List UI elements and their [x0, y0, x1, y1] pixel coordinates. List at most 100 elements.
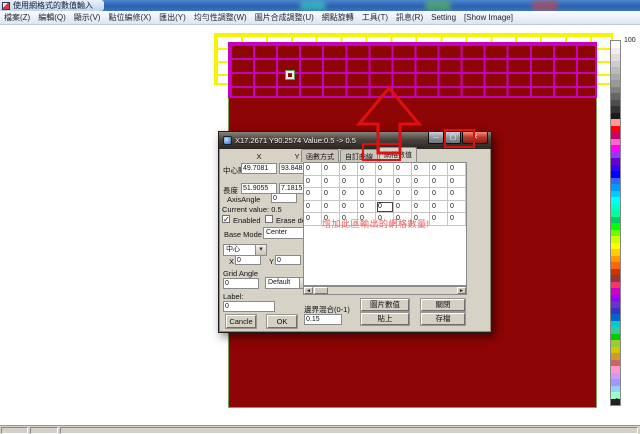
status-bar — [0, 425, 640, 434]
grid-cell[interactable]: 0 — [322, 176, 340, 189]
grid-cell[interactable]: 0 — [430, 201, 448, 214]
menu-item-show-image[interactable]: [Show Image] — [464, 13, 513, 22]
titlebar-glass-blob — [425, 1, 451, 10]
grid-cell[interactable]: 0 — [430, 163, 448, 176]
grid-cell[interactable]: 0 — [322, 201, 340, 214]
grid-cell[interactable]: 0 — [322, 163, 340, 176]
grid-cell[interactable]: 0 — [340, 163, 358, 176]
base-mode-label: Base Mode — [224, 230, 262, 239]
axis-angle-input[interactable]: 0 — [271, 193, 297, 203]
grid-cell[interactable]: 0 — [412, 163, 430, 176]
status-panel — [60, 427, 638, 434]
status-panel — [1, 427, 28, 434]
enabled-checkbox[interactable] — [222, 215, 230, 223]
grid-cell[interactable]: 0 — [394, 201, 412, 214]
titlebar-glass-blob — [532, 1, 558, 10]
close-panel-button[interactable]: 關閉 — [421, 299, 465, 311]
grid-cell[interactable]: 0 — [340, 201, 358, 214]
grid-cell[interactable]: 0 — [304, 201, 322, 214]
ok-button[interactable]: OK — [267, 315, 297, 328]
status-panel — [30, 427, 58, 434]
grid-cell[interactable]: 0 — [412, 176, 430, 189]
grid-cell[interactable]: 0 — [322, 188, 340, 201]
y-offset-input[interactable]: 0 — [275, 255, 301, 265]
scale-max-label: 100 — [624, 37, 636, 44]
grid-cell[interactable]: 0 — [448, 213, 466, 226]
scale-min-label: 0 — [615, 398, 619, 405]
y-offset-label: Y — [269, 257, 274, 266]
window-title: 使用網格式的數值輸入 — [13, 0, 93, 11]
grid-cell[interactable]: 0 — [376, 201, 394, 214]
grid-cell[interactable]: 0 — [358, 163, 376, 176]
enabled-label: Enabled — [233, 216, 261, 225]
x-offset-label: X — [229, 257, 234, 266]
save-button[interactable]: 存檔 — [421, 313, 465, 325]
menu-item-edit[interactable]: 編輯(Q) — [38, 12, 66, 23]
minimize-button[interactable] — [428, 132, 444, 144]
grid-cell[interactable]: 0 — [358, 188, 376, 201]
table-hscrollbar[interactable] — [303, 286, 467, 295]
window-titlebar[interactable]: 使用網格式的數值輸入 — [0, 0, 640, 11]
grid-cell[interactable]: 0 — [394, 163, 412, 176]
grid-cell[interactable]: 0 — [304, 163, 322, 176]
center-x-input[interactable]: 49.7081 — [241, 163, 277, 174]
grid-cell[interactable]: 0 — [430, 213, 448, 226]
selected-point-marker[interactable] — [286, 71, 294, 79]
blend-input[interactable]: 0.15 — [304, 314, 342, 325]
scroll-thumb[interactable] — [314, 287, 328, 294]
grid-cell[interactable]: 0 — [448, 188, 466, 201]
cancel-button[interactable]: Cancle — [226, 315, 256, 328]
menu-item-tools[interactable]: 工具(T) — [362, 12, 388, 23]
scroll-right-icon[interactable] — [457, 287, 466, 294]
menu-item-image-compose[interactable]: 圖片合成調整(U) — [255, 12, 314, 23]
app-icon — [2, 2, 10, 10]
x-offset-input[interactable]: 0 — [235, 255, 261, 265]
current-value-label: Current value: 0.5 — [222, 205, 282, 214]
grid-cell[interactable]: 0 — [358, 201, 376, 214]
grid-value-dialog: X17.2671 Y90.2574 Value:0.5 -> 0.5 X Y 中… — [218, 131, 492, 333]
label-field-label: Label: — [223, 292, 243, 301]
grid-cell[interactable]: 0 — [430, 176, 448, 189]
column-header-x: X — [241, 152, 277, 161]
grid-cell[interactable]: 0 — [340, 188, 358, 201]
grid-cell[interactable]: 0 — [448, 176, 466, 189]
scroll-left-icon[interactable] — [304, 287, 313, 294]
grid-cell[interactable]: 0 — [394, 176, 412, 189]
image-values-button[interactable]: 圖片數值 — [361, 299, 409, 311]
grid-cell[interactable]: 0 — [376, 176, 394, 189]
menu-item-dot-rotate[interactable]: 網點旋轉 — [322, 12, 354, 23]
menu-item-setting[interactable]: Setting — [431, 13, 456, 22]
tab-function[interactable]: 函數方式 — [301, 149, 339, 162]
grid-cell[interactable]: 0 — [412, 188, 430, 201]
menu-item-message[interactable]: 訊息(R) — [396, 12, 423, 23]
menu-item-point-edit[interactable]: 點位編修(X) — [108, 12, 151, 23]
grid-cell[interactable]: 0 — [430, 188, 448, 201]
menu-item-view[interactable]: 顯示(V) — [74, 12, 101, 23]
grid-cell[interactable]: 0 — [304, 188, 322, 201]
grid-cell[interactable]: 0 — [376, 163, 394, 176]
menu-item-export[interactable]: 匯出(Y) — [159, 12, 186, 23]
grid-cell[interactable]: 0 — [412, 201, 430, 214]
annotation-note: 增加此區輸出的網格數量! — [322, 217, 430, 230]
dialog-title: X17.2671 Y90.2574 Value:0.5 -> 0.5 — [235, 136, 356, 145]
caption-highlight-box — [444, 129, 475, 148]
grid-angle-input[interactable]: 0 — [223, 278, 259, 289]
axis-angle-label: AxisAngle — [227, 195, 260, 204]
color-scale-bar[interactable] — [610, 40, 621, 406]
grid-cell[interactable]: 0 — [340, 176, 358, 189]
menu-item-file[interactable]: 檔案(Z) — [4, 12, 30, 23]
grid-cell[interactable]: 0 — [304, 213, 322, 226]
grid-cell[interactable]: 0 — [376, 188, 394, 201]
grid-cell[interactable]: 0 — [304, 176, 322, 189]
grid-angle-label: Grid Angle — [223, 269, 258, 278]
grid-cell[interactable]: 0 — [394, 188, 412, 201]
grid-cell[interactable]: 0 — [448, 201, 466, 214]
titlebar-glass-blob — [300, 1, 326, 10]
label-input[interactable]: 0 — [223, 301, 275, 312]
menu-item-uniformity[interactable]: 均勻性調整(W) — [194, 12, 247, 23]
grid-cell[interactable]: 0 — [358, 176, 376, 189]
grid-cell[interactable]: 0 — [448, 163, 466, 176]
menu-bar: 檔案(Z) 編輯(Q) 顯示(V) 點位編修(X) 匯出(Y) 均勻性調整(W) 圖片合成調… — [0, 11, 640, 25]
erase-dots-checkbox[interactable] — [265, 215, 273, 223]
paste-button[interactable]: 貼上 — [361, 313, 409, 325]
